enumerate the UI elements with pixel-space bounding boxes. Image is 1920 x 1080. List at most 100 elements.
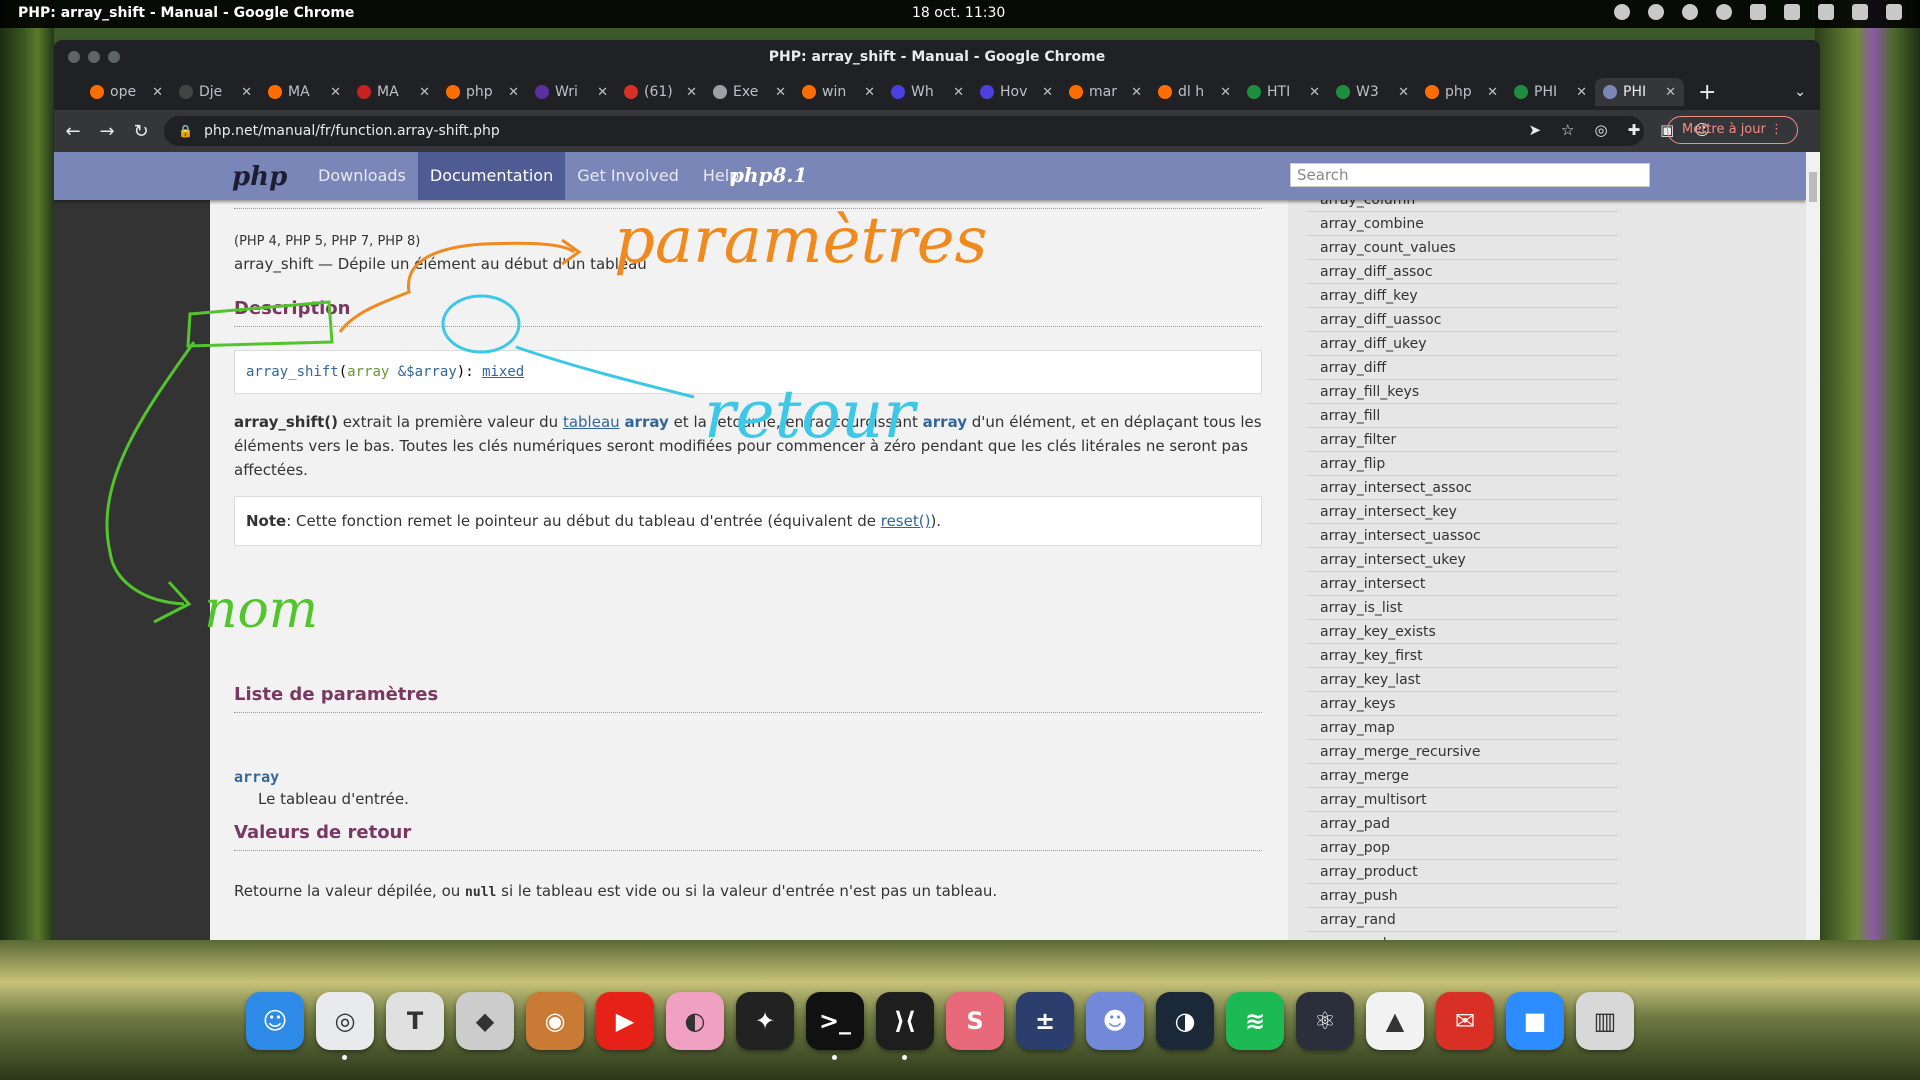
sidebar-function-link[interactable]: array_flip xyxy=(1308,452,1618,476)
tab-close-icon[interactable]: ✕ xyxy=(1309,85,1320,100)
tab-close-icon[interactable]: ✕ xyxy=(953,85,964,100)
chrome-icon[interactable]: ◎ xyxy=(316,992,374,1060)
sidebar-function-link[interactable]: array_map xyxy=(1308,716,1618,740)
settings-icon[interactable] xyxy=(1716,4,1732,20)
browser-tab[interactable]: mar ✕ xyxy=(1061,78,1150,106)
sidebar-function-link[interactable]: array_intersect_key xyxy=(1308,500,1618,524)
tab-close-icon[interactable]: ✕ xyxy=(152,85,163,100)
sidebar-function-link[interactable]: array_filter xyxy=(1308,428,1618,452)
tab-close-icon[interactable]: ✕ xyxy=(508,85,519,100)
nav-link[interactable]: Get Involved xyxy=(565,152,691,200)
typora-icon[interactable]: T xyxy=(386,992,444,1050)
sidebar-function-link[interactable]: array_rand xyxy=(1308,908,1618,932)
tab-close-icon[interactable]: ✕ xyxy=(775,85,786,100)
media-icon[interactable]: ◎ xyxy=(1595,121,1608,139)
terminal-icon[interactable]: >_ xyxy=(806,992,864,1060)
gmail-icon[interactable]: ✉ xyxy=(1436,992,1494,1050)
sidebar-function-link[interactable]: array_count_values xyxy=(1308,236,1618,260)
browser-tab[interactable]: win ✕ xyxy=(794,78,883,106)
browser-tab[interactable]: Wh ✕ xyxy=(883,78,972,106)
clock[interactable]: 18 oct. 11:30 xyxy=(912,5,1005,21)
electron-icon[interactable]: ⚛ xyxy=(1296,992,1354,1050)
sidebar-function-link[interactable]: array_fill xyxy=(1308,404,1618,428)
trash-icon[interactable]: ▥ xyxy=(1576,992,1634,1050)
browser-tab[interactable]: Exe ✕ xyxy=(705,78,794,106)
update-button[interactable]: Mettre à jour ⋮ xyxy=(1667,116,1798,144)
extensions-icon[interactable]: ✚ xyxy=(1628,121,1641,139)
screenshot-icon[interactable]: ◐ xyxy=(666,992,724,1050)
sidebar-function-link[interactable]: array_diff_ukey xyxy=(1308,332,1618,356)
maximize-window-button[interactable] xyxy=(108,51,120,63)
php-logo[interactable]: php xyxy=(232,162,287,192)
sidebar-function-link[interactable]: array_key_last xyxy=(1308,668,1618,692)
sidebar-function-link[interactable]: array_column xyxy=(1308,200,1618,212)
browser-tab[interactable]: PHI ✕ xyxy=(1506,78,1595,106)
screenshot-icon[interactable] xyxy=(1614,4,1630,20)
drive-icon[interactable]: ▲ xyxy=(1366,992,1424,1050)
sidebar-function-link[interactable]: array_pop xyxy=(1308,836,1618,860)
s-app-icon[interactable]: S xyxy=(946,992,1004,1050)
volume-icon[interactable] xyxy=(1818,4,1834,20)
close-window-button[interactable] xyxy=(68,51,80,63)
sidebar-function-link[interactable]: array_intersect_uassoc xyxy=(1308,524,1618,548)
tab-close-icon[interactable]: ✕ xyxy=(419,85,430,100)
lock-icon[interactable]: 🔒 xyxy=(178,116,193,146)
php8-logo[interactable]: php8.1 xyxy=(730,163,807,187)
browser-tab[interactable]: ope ✕ xyxy=(82,78,171,106)
search-input[interactable]: Search xyxy=(1290,163,1650,187)
back-icon[interactable]: ← xyxy=(58,121,88,142)
tab-close-icon[interactable]: ✕ xyxy=(1665,85,1676,100)
window-titlebar[interactable]: PHP: array_shift - Manual - Google Chrom… xyxy=(54,40,1820,74)
sidebar-function-link[interactable]: array_is_list xyxy=(1308,596,1618,620)
tab-close-icon[interactable]: ✕ xyxy=(686,85,697,100)
nav-link[interactable]: Downloads xyxy=(306,152,418,200)
reload-icon[interactable]: ↻ xyxy=(126,121,156,142)
zoom-tray-icon[interactable] xyxy=(1648,4,1664,20)
finder-icon[interactable]: ☺ xyxy=(246,992,304,1050)
browser-tab[interactable]: (61) ✕ xyxy=(616,78,705,106)
sidebar-function-link[interactable]: array_intersect_ukey xyxy=(1308,548,1618,572)
zoom-icon[interactable]: ■ xyxy=(1506,992,1564,1050)
tab-close-icon[interactable]: ✕ xyxy=(241,85,252,100)
tab-close-icon[interactable]: ✕ xyxy=(1220,85,1231,100)
sidebar-function-link[interactable]: array_intersect_assoc xyxy=(1308,476,1618,500)
address-bar[interactable]: 🔒 php.net/manual/fr/function.array-shift… xyxy=(164,116,1644,146)
tab-close-icon[interactable]: ✕ xyxy=(1487,85,1498,100)
reset-link[interactable]: reset() xyxy=(881,512,931,530)
return-type-link[interactable]: mixed xyxy=(482,364,524,380)
sidebar-function-link[interactable]: array_key_exists xyxy=(1308,620,1618,644)
vscode-icon[interactable]: ⟩⟨ xyxy=(876,992,934,1060)
sidebar-function-link[interactable]: array_diff_uassoc xyxy=(1308,308,1618,332)
spotify-icon[interactable]: ≋ xyxy=(1226,992,1284,1050)
browser-tab[interactable]: PHI ✕ xyxy=(1595,78,1684,106)
new-tab-button[interactable]: + xyxy=(1698,80,1716,105)
tab-close-icon[interactable]: ✕ xyxy=(330,85,341,100)
sidebar-function-link[interactable]: array_keys xyxy=(1308,692,1618,716)
browser-tab[interactable]: HTI ✕ xyxy=(1239,78,1328,106)
sidebar-function-link[interactable]: array_pad xyxy=(1308,812,1618,836)
browser-tab[interactable]: MA ✕ xyxy=(349,78,438,106)
browser-tab[interactable]: php ✕ xyxy=(438,78,527,106)
bluetooth-icon[interactable] xyxy=(1784,4,1800,20)
browser-tab[interactable]: dl h ✕ xyxy=(1150,78,1239,106)
inkscape-icon[interactable]: ◆ xyxy=(456,992,514,1050)
sidebar-function-link[interactable]: array_diff_assoc xyxy=(1308,260,1618,284)
sidebar-function-link[interactable]: array_diff xyxy=(1308,356,1618,380)
sidebar-function-link[interactable]: array_diff_key xyxy=(1308,284,1618,308)
calculator-icon[interactable]: ± xyxy=(1016,992,1074,1050)
sidebar-function-link[interactable]: array_intersect xyxy=(1308,572,1618,596)
sidebar-function-link[interactable]: array_reduce xyxy=(1308,932,1618,940)
bookmark-star-icon[interactable]: ☆ xyxy=(1561,121,1574,139)
tab-close-icon[interactable]: ✕ xyxy=(1042,85,1053,100)
browser-tab[interactable]: Dje ✕ xyxy=(171,78,260,106)
browser-tab[interactable]: php ✕ xyxy=(1417,78,1506,106)
page-scrollbar[interactable] xyxy=(1806,152,1820,940)
sidebar-function-link[interactable]: array_multisort xyxy=(1308,788,1618,812)
browser-tab[interactable]: W3 ✕ xyxy=(1328,78,1417,106)
tab-search-chevron-icon[interactable]: ⌄ xyxy=(1794,84,1806,100)
youtube-icon[interactable]: ▶ xyxy=(596,992,654,1050)
minimize-window-button[interactable] xyxy=(88,51,100,63)
wifi-icon[interactable] xyxy=(1750,4,1766,20)
sidebar-function-link[interactable]: array_merge_recursive xyxy=(1308,740,1618,764)
forward-icon[interactable]: → xyxy=(92,121,122,142)
